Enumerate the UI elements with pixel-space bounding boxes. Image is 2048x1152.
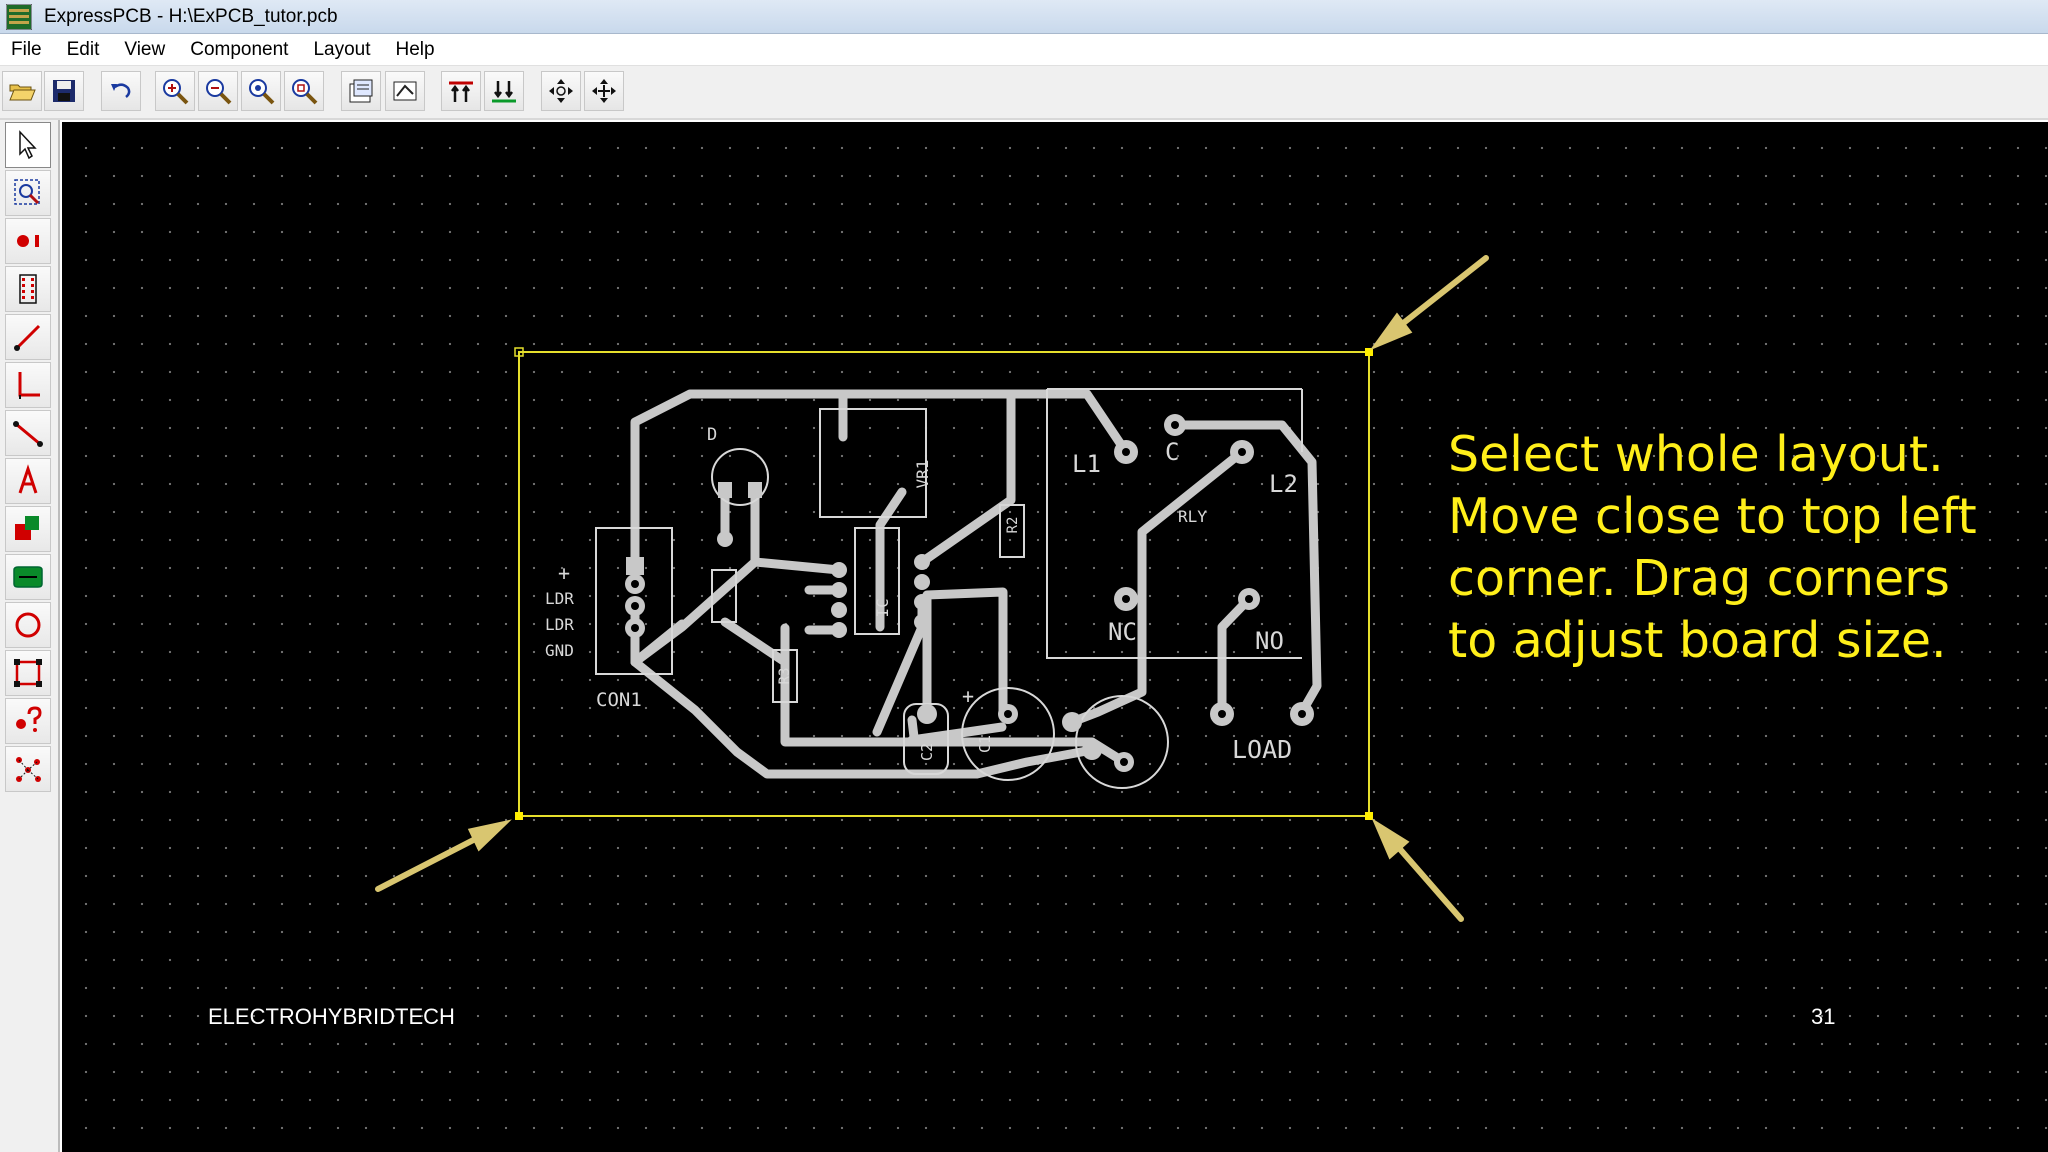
menu-bar: File Edit View Component Layout Help bbox=[0, 34, 2048, 66]
tool-palette bbox=[0, 120, 60, 1152]
zoom-window-icon bbox=[249, 79, 275, 105]
con1-ldr1-label: LDR bbox=[545, 589, 574, 608]
text-tool-button[interactable] bbox=[5, 458, 51, 504]
menu-file[interactable]: File bbox=[0, 39, 56, 61]
zoom-in-button[interactable] bbox=[155, 71, 195, 111]
query-pin-tool-button[interactable] bbox=[5, 698, 51, 744]
line-tool-button[interactable] bbox=[5, 410, 51, 456]
netlist-icon bbox=[16, 757, 41, 782]
center-icon bbox=[592, 79, 616, 103]
select-tool-button[interactable] bbox=[5, 122, 51, 168]
pad-icon bbox=[17, 235, 39, 247]
zoom-window-button[interactable] bbox=[241, 71, 281, 111]
relay-no-label: NO bbox=[1255, 627, 1284, 655]
title-bar: ExpressPCB - H:\ExPCB_tutor.pcb bbox=[0, 0, 2048, 34]
r2-label: R2 bbox=[1005, 517, 1021, 534]
zoom-fit-button[interactable] bbox=[284, 71, 324, 111]
select-arrow-icon bbox=[19, 130, 37, 160]
menu-layout[interactable]: Layout bbox=[302, 39, 384, 61]
board-corner-handle-bottom-left[interactable] bbox=[515, 812, 523, 820]
con1-ldr2-label: LDR bbox=[545, 615, 574, 634]
component-icon bbox=[19, 274, 37, 304]
trace-tool-button[interactable] bbox=[5, 314, 51, 360]
netlist-tool-button[interactable] bbox=[5, 746, 51, 792]
board-fill-icon bbox=[13, 566, 43, 588]
undo-button[interactable] bbox=[101, 71, 141, 111]
zoom-in-icon bbox=[163, 79, 189, 105]
zoom-fit-icon bbox=[292, 79, 318, 105]
trace-icon bbox=[14, 324, 41, 351]
component-manager-button[interactable] bbox=[385, 71, 425, 111]
bottom-layer-icon bbox=[492, 81, 516, 103]
top-layer-icon bbox=[449, 81, 473, 102]
move-button[interactable] bbox=[541, 71, 581, 111]
relay-rly-label: RLY bbox=[1178, 507, 1207, 526]
board-fill-tool-button[interactable] bbox=[5, 554, 51, 600]
relay-c-label: C bbox=[1165, 438, 1179, 466]
expresspcb-app-icon bbox=[5, 3, 33, 30]
relay-nc-label: NC bbox=[1108, 618, 1137, 646]
c1-plus-label: + bbox=[962, 684, 974, 708]
c2-label: C2 bbox=[918, 743, 936, 761]
zoom-out-icon bbox=[206, 79, 232, 105]
board-outline-tool-button[interactable] bbox=[5, 650, 51, 696]
bottom-layer-button[interactable] bbox=[484, 71, 524, 111]
zoom-out-button[interactable] bbox=[198, 71, 238, 111]
board-outline-icon bbox=[14, 659, 42, 687]
ic-label: IC bbox=[873, 598, 892, 617]
menu-edit[interactable]: Edit bbox=[56, 39, 114, 61]
circle-tool-button[interactable] bbox=[5, 602, 51, 648]
move-icon bbox=[549, 79, 573, 103]
con1-gnd-label: GND bbox=[545, 641, 574, 660]
trace-corner-icon bbox=[18, 372, 40, 399]
query-pin-icon bbox=[16, 706, 42, 732]
menu-view[interactable]: View bbox=[113, 39, 179, 61]
component-manager-icon bbox=[393, 81, 417, 101]
layer-icon bbox=[15, 516, 39, 540]
pcb-canvas[interactable]: + LDR LDR GND CON1 D VR1 IC R2 R3 C2 C1 … bbox=[62, 122, 2048, 1152]
board-corner-handle-bottom-right[interactable] bbox=[1365, 812, 1373, 820]
con1-plus-label: + bbox=[558, 561, 570, 585]
toolbar bbox=[0, 66, 2048, 120]
slide-page-number: 31 bbox=[1811, 1004, 1836, 1029]
trace-corner-tool-button[interactable] bbox=[5, 362, 51, 408]
layer-tool-button[interactable] bbox=[5, 506, 51, 552]
con1-label: CON1 bbox=[596, 689, 642, 711]
open-icon bbox=[9, 84, 36, 101]
circle-icon bbox=[15, 612, 41, 638]
top-layer-button[interactable] bbox=[441, 71, 481, 111]
vr1-outline bbox=[819, 408, 927, 518]
arrow-bottom-right-icon bbox=[1371, 818, 1464, 922]
zoom-area-icon bbox=[14, 179, 40, 205]
arrow-top-right-icon bbox=[1369, 255, 1489, 351]
relay-l1-label: L1 bbox=[1072, 450, 1101, 478]
text-icon bbox=[18, 464, 38, 494]
line-icon bbox=[13, 421, 43, 447]
instruction-text: Select whole layout. Move close to top l… bbox=[1448, 426, 1977, 669]
save-icon bbox=[53, 80, 75, 102]
window-title: ExpressPCB - H:\ExPCB_tutor.pcb bbox=[44, 5, 338, 27]
brand-footer: ELECTROHYBRIDTECH bbox=[208, 1004, 455, 1029]
diode-label: D bbox=[707, 425, 717, 445]
load-label: LOAD bbox=[1232, 735, 1292, 764]
properties-button[interactable] bbox=[341, 71, 381, 111]
menu-help[interactable]: Help bbox=[385, 39, 449, 61]
center-button[interactable] bbox=[584, 71, 624, 111]
r3-label: R3 bbox=[777, 668, 793, 685]
save-button[interactable] bbox=[44, 71, 84, 111]
undo-icon bbox=[111, 83, 131, 98]
pad-tool-button[interactable] bbox=[5, 218, 51, 264]
zoom-area-tool-button[interactable] bbox=[5, 170, 51, 216]
arrow-bottom-left-icon bbox=[375, 819, 512, 892]
c1-label: C1 bbox=[976, 735, 994, 753]
vr1-label: VR1 bbox=[913, 460, 932, 489]
relay-l2-label: L2 bbox=[1269, 470, 1298, 498]
properties-icon bbox=[349, 79, 373, 103]
menu-component[interactable]: Component bbox=[179, 39, 302, 61]
component-tool-button[interactable] bbox=[5, 266, 51, 312]
open-button[interactable] bbox=[2, 71, 42, 111]
